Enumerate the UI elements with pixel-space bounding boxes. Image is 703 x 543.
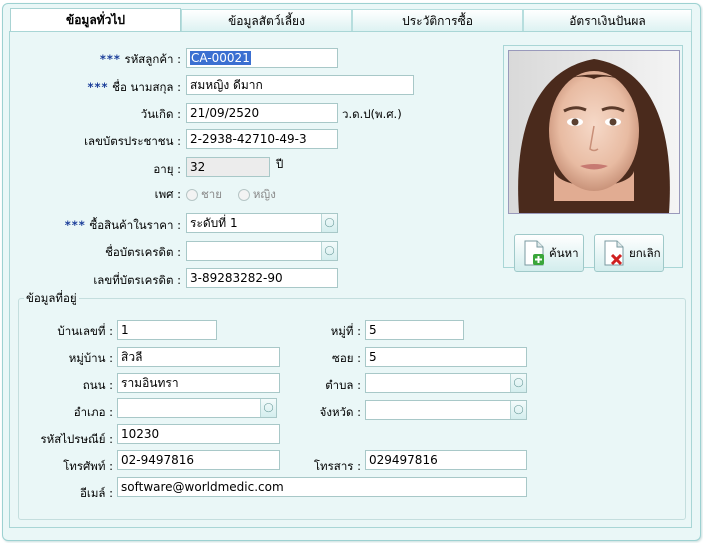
photo-cancel-button[interactable]: ยกเลิก	[594, 234, 664, 272]
radio-icon	[186, 189, 198, 201]
price-level-select[interactable]: ระดับที่ 1 ◯	[186, 213, 338, 233]
tab-dividend-rate[interactable]: อัตราเงินปันผล	[523, 9, 692, 31]
subdistrict-label: ตำบล :	[325, 378, 361, 392]
address-group-title: ข้อมูลที่อยู่	[24, 290, 79, 308]
birthdate-field[interactable]: 21/09/2520	[186, 103, 338, 123]
birthdate-unit: ว.ด.ป(พ.ศ.)	[342, 107, 402, 121]
postcode-field[interactable]: 10230	[117, 424, 280, 444]
fax-field[interactable]: 029497816	[365, 450, 527, 470]
house-no-field[interactable]: 1	[117, 320, 217, 340]
delete-file-icon	[604, 240, 624, 266]
radio-icon	[237, 189, 250, 201]
credit-card-no-label: เลขที่บัตรเครดิต :	[93, 273, 181, 287]
gender-radio-group: ชาย หญิง	[186, 186, 288, 204]
district-select[interactable]: ◯	[117, 398, 277, 418]
age-label: อายุ :	[153, 162, 181, 176]
credit-card-no-field[interactable]: 3-89283282-90	[186, 268, 338, 288]
moo-field[interactable]: 5	[365, 320, 464, 340]
email-label: อีเมล์ :	[80, 486, 113, 500]
name-field[interactable]: สมหญิง ดีมาก	[186, 75, 414, 95]
chevron-down-icon[interactable]: ◯	[260, 399, 276, 417]
road-field[interactable]: รามอินทรา	[117, 373, 280, 393]
id-card-field[interactable]: 2-2938-42710-49-3	[186, 129, 338, 149]
tab-purchase-history[interactable]: ประวัติการซื้อ	[352, 9, 523, 31]
required-mark: ***	[99, 52, 121, 66]
fax-label: โทรสาร :	[313, 459, 361, 473]
village-label: หมู่บ้าน :	[68, 351, 113, 365]
district-label: อำเภอ :	[73, 405, 113, 419]
road-label: ถนน :	[82, 378, 113, 392]
id-card-label: เลขบัตรประชาชน :	[84, 134, 181, 148]
name-label: *** ชื่อ นามสกุล :	[87, 80, 181, 94]
required-mark: ***	[87, 80, 109, 94]
subdistrict-select[interactable]: ◯	[365, 373, 527, 393]
customer-photo	[508, 50, 680, 214]
village-field[interactable]: สิวลี	[117, 347, 280, 367]
soi-label: ซอย :	[332, 351, 361, 365]
photo-search-button[interactable]: ค้นหา	[514, 234, 584, 272]
gender-male-radio[interactable]: ชาย	[186, 187, 234, 202]
chevron-down-icon[interactable]: ◯	[321, 214, 337, 232]
tab-pets[interactable]: ข้อมูลสัตว์เลี้ยง	[181, 9, 352, 31]
gender-label: เพศ :	[154, 187, 181, 201]
age-unit: ปี	[276, 157, 284, 171]
tab-general[interactable]: ข้อมูลทั่วไป	[10, 8, 181, 32]
customer-code-field[interactable]: CA-00021	[186, 48, 338, 68]
age-field: 32	[186, 157, 270, 177]
credit-card-select[interactable]: ◯	[186, 241, 338, 261]
price-level-label: *** ซื้อสินค้าในราคา :	[64, 218, 181, 232]
chevron-down-icon[interactable]: ◯	[321, 242, 337, 260]
photo-panel: ค้นหา ยกเลิก	[503, 45, 683, 272]
moo-label: หมู่ที่ :	[330, 324, 361, 338]
add-file-icon	[524, 240, 544, 266]
postcode-label: รหัสไปรษณีย์ :	[40, 432, 113, 446]
chevron-down-icon[interactable]: ◯	[510, 401, 526, 419]
chevron-down-icon[interactable]: ◯	[510, 374, 526, 392]
customer-code-label: *** รหัสลูกค้า :	[99, 52, 181, 66]
province-select[interactable]: ◯	[365, 400, 527, 420]
house-no-label: บ้านเลขที่ :	[57, 324, 113, 338]
phone-label: โทรศัพท์ :	[63, 459, 113, 473]
province-label: จังหวัด :	[319, 405, 361, 419]
gender-female-radio[interactable]: หญิง	[237, 187, 288, 202]
birthdate-label: วันเกิด :	[140, 107, 181, 121]
credit-card-label: ชื่อบัตรเครดิต :	[105, 245, 181, 259]
phone-field[interactable]: 02-9497816	[117, 450, 280, 470]
required-mark: ***	[64, 218, 86, 232]
email-field[interactable]: software@worldmedic.com	[117, 477, 527, 497]
soi-field[interactable]: 5	[365, 347, 527, 367]
tab-panel-general: *** รหัสลูกค้า : CA-00021 *** ชื่อ นามสก…	[9, 31, 692, 528]
